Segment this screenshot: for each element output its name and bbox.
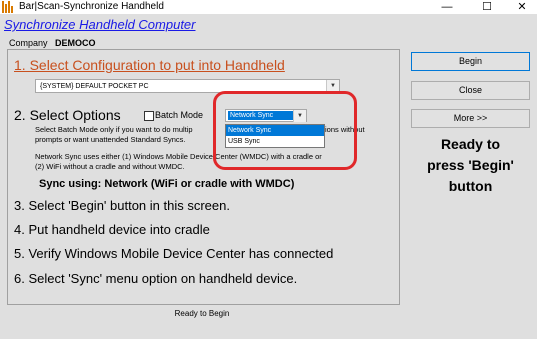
company-label: Company bbox=[9, 38, 48, 48]
batch-mode-label: Batch Mode bbox=[155, 110, 204, 120]
company-value: DEMOCO bbox=[55, 38, 96, 48]
window-title: Bar|Scan-Synchronize Handheld bbox=[19, 1, 164, 12]
step4-text: 4. Put handheld device into cradle bbox=[14, 222, 210, 237]
ready-message: Ready to press 'Begin' button bbox=[405, 134, 536, 197]
close-window-button[interactable]: ✕ bbox=[507, 0, 537, 14]
batch-mode-checkbox[interactable] bbox=[144, 111, 154, 121]
maximize-button[interactable]: ☐ bbox=[472, 0, 502, 14]
step2-heading: 2. Select Options bbox=[14, 107, 121, 123]
red-highlight-annotation bbox=[213, 91, 357, 170]
begin-button[interactable]: Begin bbox=[411, 52, 530, 71]
batch-note-line2: prompts or want unattended Standard Sync… bbox=[35, 135, 186, 144]
configuration-select-value: {SYSTEM} DEFAULT POCKET PC bbox=[40, 83, 149, 90]
ready-message-line1: Ready to bbox=[440, 136, 501, 152]
step5-text: 5. Verify Windows Mobile Device Center h… bbox=[14, 246, 334, 261]
step3-text: 3. Select 'Begin' button in this screen. bbox=[14, 198, 230, 213]
minimize-button[interactable]: — bbox=[432, 0, 462, 14]
synchronize-link[interactable]: Synchronize Handheld Computer bbox=[4, 17, 196, 32]
status-text: Ready to Begin bbox=[174, 309, 230, 318]
app-icon bbox=[2, 1, 14, 13]
close-button[interactable]: Close bbox=[411, 81, 530, 100]
ready-message-line2: press 'Begin' bbox=[427, 157, 514, 173]
more-button[interactable]: More >> bbox=[411, 109, 530, 128]
ready-message-line3: button bbox=[448, 178, 493, 194]
wmdc-note-line2: (2) WiFi without a cradle and without WM… bbox=[35, 162, 185, 171]
batch-note-line1: Select Batch Mode only if you want to do… bbox=[35, 125, 193, 134]
step1-heading: 1. Select Configuration to put into Hand… bbox=[14, 57, 285, 73]
sync-using-text: Sync using: Network (WiFi or cradle with… bbox=[39, 178, 295, 190]
step6-text: 6. Select 'Sync' menu option on handheld… bbox=[14, 271, 298, 286]
